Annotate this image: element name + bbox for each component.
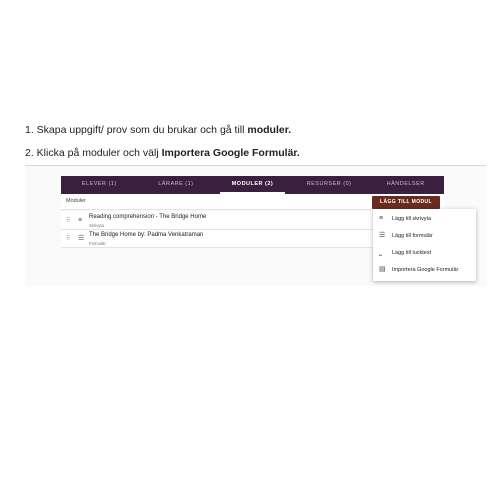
step-1-bold: moduler. <box>247 124 292 136</box>
list-icon: ☰ <box>379 232 386 239</box>
drag-handle-icon[interactable]: ⠿ <box>66 235 70 243</box>
menu-item-label: Lägg till formulär <box>392 233 433 239</box>
step-2-bold: Importera Google Formulär. <box>161 147 300 159</box>
menu-item-label: Importera Google Formulär <box>392 267 459 273</box>
step-1: 1. Skapa uppgift/ prov som du brukar och… <box>25 124 485 137</box>
add-module-button[interactable]: LÄGG TILL MODUL <box>372 196 440 209</box>
text-lines-icon: ≡ <box>78 217 83 224</box>
instructions: 1. Skapa uppgift/ prov som du brukar och… <box>25 124 485 170</box>
module-type: Skrivyta <box>89 223 104 228</box>
menu-item-label: Lägg till lucktext <box>392 250 432 256</box>
module-title: The Bridge Home by: Padma Venkatraman <box>89 232 204 238</box>
tab-moduler[interactable]: MODULER (2) <box>214 176 291 194</box>
tab-handelser[interactable]: HÄNDELSER <box>367 176 444 194</box>
menu-item-add-cloze[interactable]: ⎵ Lägg till lucktext <box>373 245 476 262</box>
add-module-menu: ≡ Lägg till skrivyta ☰ Lägg till formulä… <box>373 209 476 281</box>
module-type: Formulär <box>89 241 106 246</box>
module-title: Reading comprehension - The Bridge Home <box>89 214 207 220</box>
tab-bar: ELEVER (1) LÄRARE (1) MODULER (2) RESURS… <box>61 176 444 194</box>
step-2: 2. Klicka på moduler och välj Importera … <box>25 147 485 160</box>
tab-elever[interactable]: ELEVER (1) <box>61 176 138 194</box>
menu-item-label: Lägg till skrivyta <box>392 216 432 222</box>
embedded-screenshot: ELEVER (1) LÄRARE (1) MODULER (2) RESURS… <box>25 165 486 286</box>
module-row[interactable]: ⠿ ≡ Reading comprehension - The Bridge H… <box>61 212 374 230</box>
step-2-text: 2. Klicka på moduler och välj <box>25 147 162 159</box>
modules-label: Moduler <box>66 198 86 204</box>
tab-larare[interactable]: LÄRARE (1) <box>138 176 215 194</box>
drag-handle-icon[interactable]: ⠿ <box>66 217 70 225</box>
menu-item-add-form[interactable]: ☰ Lägg till formulär <box>373 228 476 245</box>
tab-resurser[interactable]: RESURSER (0) <box>291 176 368 194</box>
menu-item-import-google-form[interactable]: ▤ Importera Google Formulär <box>373 262 476 279</box>
document-icon: ▤ <box>379 266 386 273</box>
step-1-text: 1. Skapa uppgift/ prov som du brukar och… <box>25 124 248 136</box>
blank-line-icon: ⎵ <box>379 249 382 256</box>
list-icon: ☰ <box>78 235 85 242</box>
text-lines-icon: ≡ <box>379 215 384 222</box>
module-row[interactable]: ⠿ ☰ The Bridge Home by: Padma Venkatrama… <box>61 230 374 248</box>
menu-item-add-writing[interactable]: ≡ Lägg till skrivyta <box>373 211 476 228</box>
